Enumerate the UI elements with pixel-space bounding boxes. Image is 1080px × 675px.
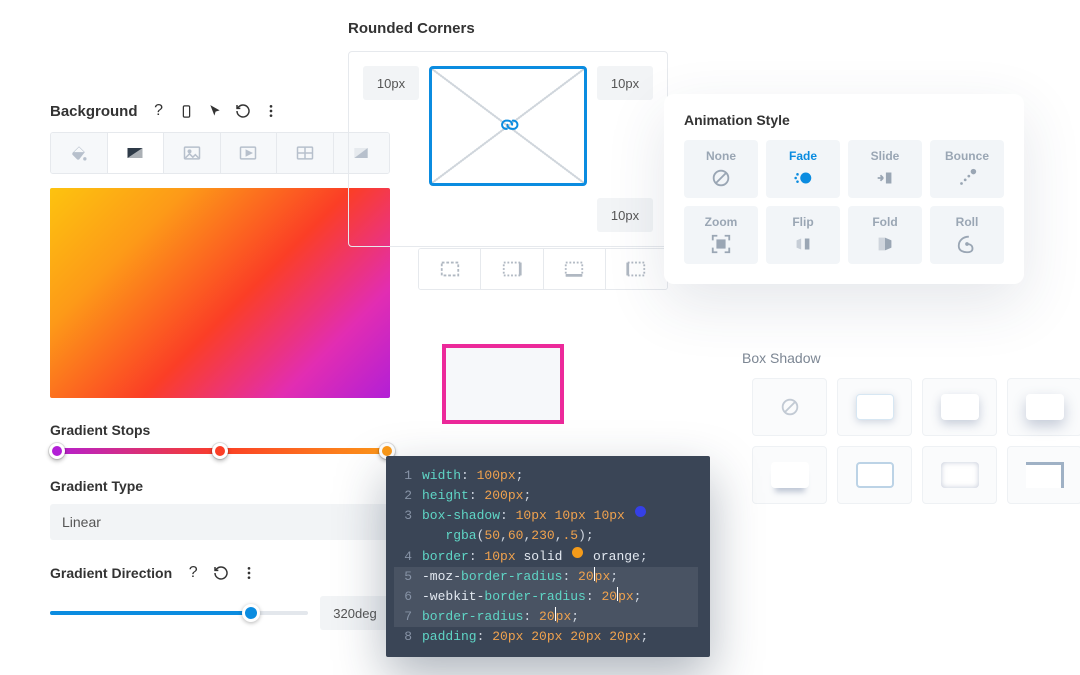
border-color-preview[interactable] bbox=[442, 344, 564, 424]
tab-image[interactable] bbox=[164, 133, 221, 173]
gradient-direction-control: 320deg bbox=[50, 596, 390, 630]
gradient-stop[interactable] bbox=[49, 443, 65, 459]
shadow-large[interactable] bbox=[1007, 378, 1080, 436]
border-right[interactable] bbox=[481, 249, 543, 289]
gradient-stops-track[interactable] bbox=[50, 448, 390, 454]
tab-gradient[interactable] bbox=[108, 133, 165, 173]
hover-icon[interactable] bbox=[204, 100, 226, 122]
animation-flip[interactable]: Flip bbox=[766, 206, 840, 264]
link-icon bbox=[492, 110, 524, 142]
shadow-none[interactable] bbox=[752, 378, 827, 436]
slider-thumb[interactable] bbox=[242, 604, 260, 622]
animation-fade[interactable]: Fade bbox=[766, 140, 840, 198]
corner-top-left-input[interactable]: 10px bbox=[363, 66, 419, 100]
background-type-tabs bbox=[50, 132, 390, 174]
tab-video[interactable] bbox=[221, 133, 278, 173]
corner-link-canvas[interactable] bbox=[429, 66, 587, 186]
help-icon[interactable]: ? bbox=[148, 100, 170, 122]
animation-none[interactable]: None bbox=[684, 140, 758, 198]
gradient-direction-header: Gradient Direction ? bbox=[50, 562, 390, 584]
border-edge-selector bbox=[418, 248, 668, 290]
animation-panel: Animation Style None Fade Slide Bounce Z… bbox=[664, 94, 1024, 284]
border-left[interactable] bbox=[606, 249, 667, 289]
box-shadow-title: Box Shadow bbox=[742, 350, 821, 366]
gradient-direction-slider[interactable] bbox=[50, 611, 308, 615]
gradient-type-select[interactable]: Linear bbox=[50, 504, 390, 540]
gradient-type-label: Gradient Type bbox=[50, 478, 390, 494]
animation-roll[interactable]: Roll bbox=[930, 206, 1004, 264]
gradient-type-value: Linear bbox=[62, 514, 101, 530]
more-icon[interactable] bbox=[260, 100, 282, 122]
animation-slide[interactable]: Slide bbox=[848, 140, 922, 198]
reset-icon[interactable] bbox=[210, 562, 232, 584]
animation-title: Animation Style bbox=[684, 112, 1004, 128]
css-code-editor[interactable]: 1width: 100px;2height: 200px;3box-shadow… bbox=[386, 456, 710, 657]
tab-color[interactable] bbox=[51, 133, 108, 173]
background-title: Background bbox=[50, 103, 138, 120]
rounded-corners-body: 10px 10px 10px bbox=[348, 51, 668, 247]
corner-bottom-right-input[interactable]: 10px bbox=[597, 198, 653, 232]
shadow-soft[interactable] bbox=[837, 378, 912, 436]
gradient-stops-label: Gradient Stops bbox=[50, 422, 390, 438]
animation-fold[interactable]: Fold bbox=[848, 206, 922, 264]
shadow-corner[interactable] bbox=[1007, 446, 1080, 504]
corner-top-right-input[interactable]: 10px bbox=[597, 66, 653, 100]
animation-zoom[interactable]: Zoom bbox=[684, 206, 758, 264]
help-icon[interactable]: ? bbox=[182, 562, 204, 584]
shadow-inset[interactable] bbox=[922, 446, 997, 504]
rounded-corners-title: Rounded Corners bbox=[348, 20, 668, 37]
background-header: Background ? bbox=[50, 100, 390, 122]
shadow-bottom[interactable] bbox=[752, 446, 827, 504]
tab-pattern[interactable] bbox=[277, 133, 334, 173]
more-icon[interactable] bbox=[238, 562, 260, 584]
gradient-direction-value[interactable]: 320deg bbox=[320, 596, 390, 630]
reset-icon[interactable] bbox=[232, 100, 254, 122]
gradient-preview[interactable] bbox=[50, 188, 390, 398]
box-shadow-grid bbox=[752, 378, 1080, 504]
border-bottom[interactable] bbox=[544, 249, 606, 289]
animation-bounce[interactable]: Bounce bbox=[930, 140, 1004, 198]
device-icon[interactable] bbox=[176, 100, 198, 122]
animation-grid: None Fade Slide Bounce Zoom Flip Fold R bbox=[684, 140, 1004, 264]
gradient-direction-label: Gradient Direction bbox=[50, 565, 172, 581]
rounded-corners-panel: Rounded Corners 10px 10px 10px bbox=[348, 20, 668, 247]
border-all[interactable] bbox=[419, 249, 481, 289]
gradient-stop[interactable] bbox=[212, 443, 228, 459]
shadow-medium[interactable] bbox=[922, 378, 997, 436]
background-panel: Background ? bbox=[50, 100, 390, 630]
shadow-outline[interactable] bbox=[837, 446, 912, 504]
